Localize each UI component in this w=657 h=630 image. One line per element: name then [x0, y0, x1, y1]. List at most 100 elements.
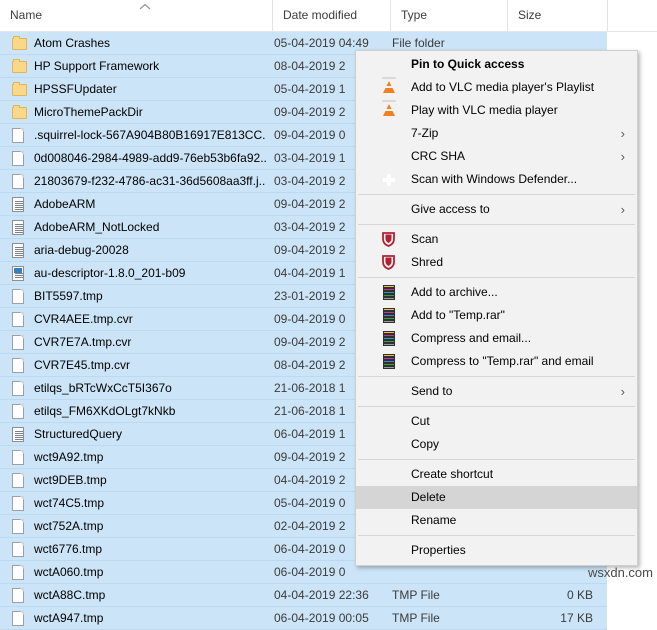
winrar-icon	[381, 331, 397, 347]
menu-item-7-zip[interactable]: 7-Zip ›	[356, 122, 637, 145]
column-header-date-modified[interactable]: Date modified	[272, 0, 390, 31]
menu-separator	[358, 194, 635, 195]
menu-item-crc-sha[interactable]: CRC SHA ›	[356, 145, 637, 168]
folder-icon	[12, 82, 27, 97]
file-name-cell: etilqs_FM6XKdOLgt7kNkb	[34, 404, 176, 418]
file-icon	[12, 565, 27, 580]
menu-item-compress-to-temp-rar-and-email[interactable]: Compress to "Temp.rar" and email	[356, 350, 637, 373]
menu-item-label: Scan with Windows Defender...	[411, 172, 578, 186]
menu-item-create-shortcut[interactable]: Create shortcut	[356, 463, 637, 486]
menu-separator	[358, 459, 635, 460]
menu-item-pin-to-quick-access[interactable]: Pin to Quick access	[356, 53, 637, 76]
file-name-cell: wct6776.tmp	[34, 542, 103, 556]
file-icon	[12, 289, 27, 304]
file-name-cell: .squirrel-lock-567A904B80B16917E813CC...	[34, 128, 266, 142]
file-icon-cell	[12, 193, 32, 215]
menu-item-label: Play with VLC media player	[411, 103, 558, 117]
document-icon	[12, 243, 27, 258]
file-icon-cell	[12, 32, 32, 54]
file-icon	[12, 519, 27, 534]
file-icon-cell	[12, 607, 32, 629]
menu-item-label: Scan	[411, 232, 439, 246]
column-header-type[interactable]: Type	[390, 0, 507, 31]
chevron-up-icon	[138, 2, 154, 14]
column-header-name[interactable]: Name	[0, 0, 272, 31]
menu-item-delete[interactable]: Delete	[356, 486, 637, 509]
file-name-cell: Atom Crashes	[34, 36, 111, 50]
document-icon	[12, 220, 27, 235]
file-icon-cell	[12, 262, 32, 284]
menu-item-add-to-vlc-media-player-s-playlist[interactable]: Add to VLC media player's Playlist	[356, 76, 637, 99]
menu-item-copy[interactable]: Copy	[356, 433, 637, 456]
file-size-cell: 17 KB	[560, 611, 593, 625]
menu-item-add-to-archive[interactable]: Add to archive...	[356, 281, 637, 304]
context-menu: Pin to Quick access Add to VLC media play…	[355, 50, 638, 566]
chevron-right-icon: ›	[620, 202, 625, 217]
menu-item-label: Create shortcut	[411, 467, 494, 481]
menu-item-add-to-temp-rar[interactable]: Add to "Temp.rar"	[356, 304, 637, 327]
document-icon	[12, 427, 27, 442]
document-icon	[12, 197, 27, 212]
menu-item-properties[interactable]: Properties	[356, 539, 637, 562]
vlc-icon	[381, 77, 397, 96]
menu-item-label: Compress and email...	[411, 331, 532, 345]
menu-item-label: Add to VLC media player's Playlist	[411, 80, 595, 94]
column-header-name-label: Name	[10, 8, 43, 22]
column-header-size-label: Size	[518, 8, 542, 22]
menu-item-label: Give access to	[411, 202, 490, 216]
file-name-cell: wct9DEB.tmp	[34, 473, 107, 487]
table-row[interactable]: wctA947.tmp 06-04-2019 00:05 TMP File 17 KB	[0, 607, 607, 630]
menu-item-label: Add to "Temp.rar"	[411, 308, 505, 322]
file-name-cell: StructuredQuery	[34, 427, 123, 441]
menu-item-label: CRC SHA	[411, 149, 466, 163]
column-header-bar: Name Date modified Type Size	[0, 0, 657, 32]
winrar-icon	[381, 285, 397, 301]
file-icon-cell	[12, 584, 32, 606]
file-icon	[12, 335, 27, 350]
menu-separator	[358, 376, 635, 377]
menu-separator	[358, 277, 635, 278]
menu-item-shred[interactable]: Shred	[356, 251, 637, 274]
file-icon	[12, 128, 27, 143]
file-name-cell: wctA88C.tmp	[34, 588, 106, 602]
file-icon-cell	[12, 285, 32, 307]
file-icon-cell	[12, 101, 32, 123]
file-icon	[12, 542, 27, 557]
file-icon	[12, 381, 27, 396]
xml-icon	[12, 266, 27, 281]
menu-item-play-with-vlc-media-player[interactable]: Play with VLC media player	[356, 99, 637, 122]
menu-item-send-to[interactable]: Send to ›	[356, 380, 637, 403]
file-name-cell: etilqs_bRTcWxCcT5I367o	[34, 381, 172, 395]
file-name-cell: CVR7E45.tmp.cvr	[34, 358, 131, 372]
red-shield-icon	[381, 232, 397, 248]
file-icon-cell	[12, 469, 32, 491]
menu-item-label: Pin to Quick access	[411, 57, 525, 71]
file-icon	[12, 611, 27, 626]
file-icon	[12, 151, 27, 166]
menu-item-label: Send to	[411, 384, 453, 398]
menu-item-rename[interactable]: Rename	[356, 509, 637, 532]
file-icon	[12, 312, 27, 327]
menu-separator	[358, 406, 635, 407]
vlc-icon	[381, 100, 397, 119]
file-name-cell: wctA947.tmp	[34, 611, 104, 625]
menu-item-label: Properties	[411, 543, 466, 557]
menu-item-compress-and-email[interactable]: Compress and email...	[356, 327, 637, 350]
folder-icon	[12, 105, 27, 120]
menu-item-scan[interactable]: Scan	[356, 228, 637, 251]
file-name-cell: 0d008046-2984-4989-add9-76eb53b6fa92...	[34, 151, 266, 165]
menu-item-give-access-to[interactable]: Give access to ›	[356, 198, 637, 221]
winrar-icon	[381, 354, 397, 370]
file-icon-cell	[12, 400, 32, 422]
table-row[interactable]: wctA88C.tmp 04-04-2019 22:36 TMP File 0 KB	[0, 584, 607, 607]
menu-item-cut[interactable]: Cut	[356, 410, 637, 433]
menu-item-scan-with-windows-defender[interactable]: Scan with Windows Defender...	[356, 168, 637, 191]
column-header-size[interactable]: Size	[507, 0, 607, 31]
file-icon-cell	[12, 239, 32, 261]
file-icon-cell	[12, 423, 32, 445]
file-name-cell: AdobeARM_NotLocked	[34, 220, 160, 234]
file-icon	[12, 358, 27, 373]
menu-item-label: Cut	[411, 414, 430, 428]
file-icon-cell	[12, 124, 32, 146]
file-icon	[12, 450, 27, 465]
